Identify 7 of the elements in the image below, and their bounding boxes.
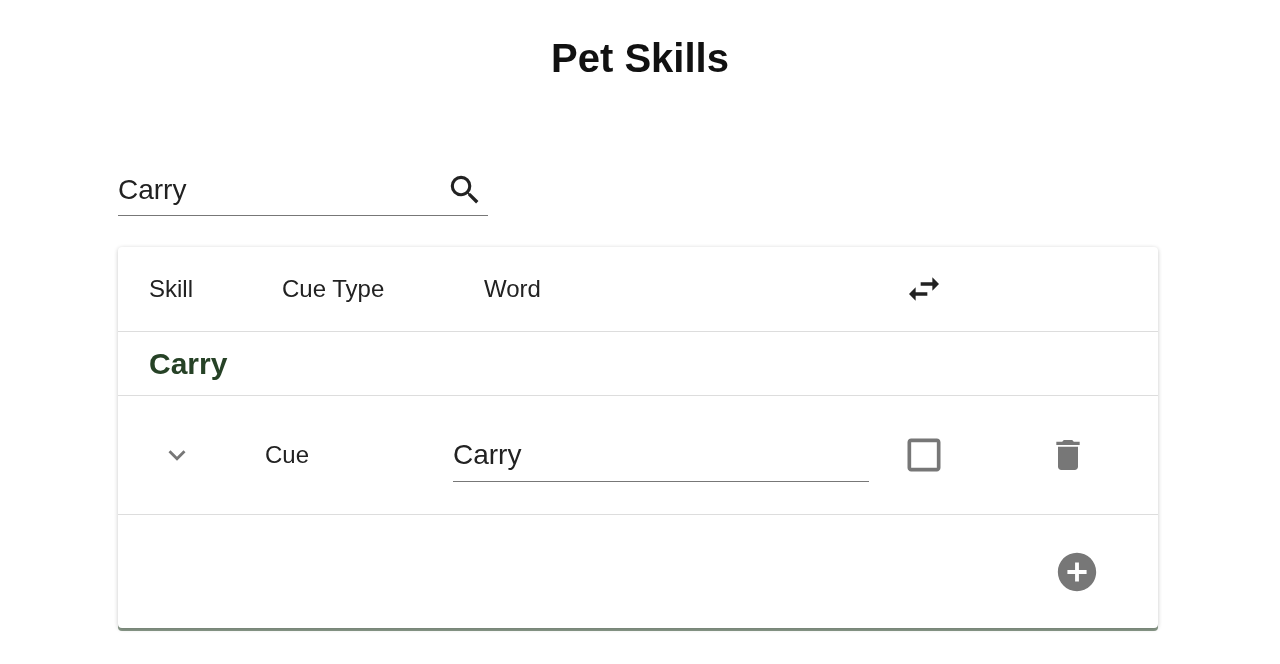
column-header: Word bbox=[483, 275, 541, 302]
page-title: Pet Skills bbox=[551, 35, 729, 82]
column-header: Cue Type bbox=[281, 275, 385, 302]
group-title: Carry bbox=[148, 346, 228, 380]
table-cell-text: Cue bbox=[264, 441, 310, 468]
column-header: Skill bbox=[148, 275, 193, 302]
word-field[interactable]: Carry bbox=[453, 428, 869, 482]
